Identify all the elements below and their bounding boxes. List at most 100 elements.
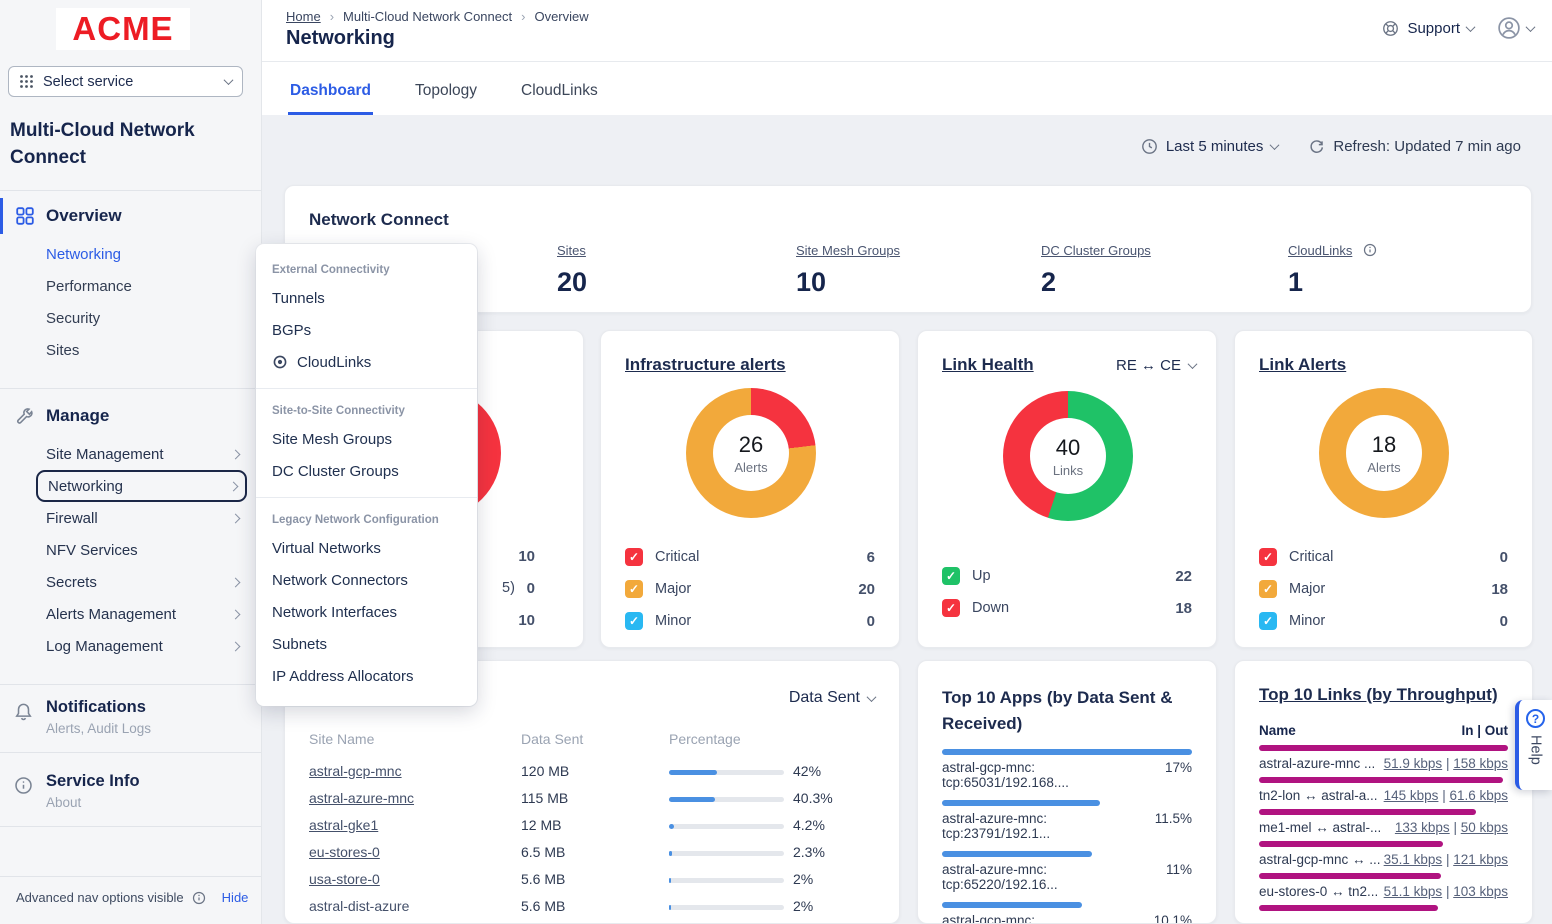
percentage-value: 2.3% bbox=[793, 844, 825, 860]
percentage-bar bbox=[669, 824, 784, 829]
menu-item-tunnels[interactable]: Tunnels bbox=[256, 282, 477, 314]
major-checkbox[interactable]: ✓ bbox=[1259, 580, 1277, 598]
chevron-right-icon bbox=[229, 481, 239, 491]
sidebar-item-log-management[interactable]: Log Management bbox=[46, 630, 247, 662]
critical-checkbox[interactable]: ✓ bbox=[1259, 548, 1277, 566]
sidebar-item-security[interactable]: Security bbox=[46, 304, 246, 334]
site-link[interactable]: astral-gke1 bbox=[309, 817, 378, 833]
sidebar-section-overview[interactable]: Overview bbox=[0, 198, 261, 234]
chevron-right-icon bbox=[231, 449, 241, 459]
menu-item-subnets[interactable]: Subnets bbox=[256, 628, 477, 660]
notifications-label: Notifications bbox=[46, 698, 146, 717]
metric-link[interactable]: DC Cluster Groups bbox=[1041, 243, 1151, 258]
sidebar-item-alerts-management[interactable]: Alerts Management bbox=[46, 598, 247, 630]
legend-value: 22 bbox=[1175, 568, 1192, 585]
menu-item-dc-cluster-groups[interactable]: DC Cluster Groups bbox=[256, 455, 477, 487]
support-menu[interactable]: Support bbox=[1381, 19, 1474, 38]
donut-value: 26 bbox=[739, 432, 763, 458]
sidebar-item-networking[interactable]: Networking bbox=[46, 240, 246, 270]
sidebar-item-performance[interactable]: Performance bbox=[46, 272, 246, 302]
refresh-button[interactable]: Refresh: Updated 7 min ago bbox=[1308, 138, 1521, 155]
chevron-down-icon bbox=[224, 75, 234, 85]
link-name: astral-azure-mnc ... bbox=[1259, 756, 1375, 771]
legend-label: Down bbox=[972, 600, 1009, 616]
metric-link[interactable]: CloudLinks bbox=[1288, 243, 1352, 258]
site-link[interactable]: astral-azure-mnc bbox=[309, 790, 414, 806]
out-throughput-link[interactable]: 158 kbps bbox=[1453, 756, 1508, 771]
up-checkbox[interactable]: ✓ bbox=[942, 567, 960, 585]
page-title: Networking bbox=[286, 27, 395, 50]
sidebar-section-manage[interactable]: Manage bbox=[0, 398, 261, 434]
in-throughput-link[interactable]: 145 kbps bbox=[1384, 788, 1439, 803]
top-links-title[interactable]: Top 10 Links (by Throughput) bbox=[1259, 685, 1498, 705]
time-range-selector[interactable]: Last 5 minutes bbox=[1141, 138, 1279, 155]
service-selector[interactable]: Select service bbox=[8, 66, 243, 97]
donut-label: Alerts bbox=[1367, 460, 1400, 475]
down-checkbox[interactable]: ✓ bbox=[942, 599, 960, 617]
service-selector-label: Select service bbox=[43, 74, 133, 90]
link-endpoint-selector[interactable]: RE ↔ CE bbox=[1116, 357, 1196, 374]
link-name: tn2-lon ↔ astral-a... bbox=[1259, 788, 1378, 803]
percentage-bar bbox=[669, 770, 784, 775]
sidebar-item-site-management[interactable]: Site Management bbox=[46, 438, 247, 470]
menu-item-site-mesh-groups[interactable]: Site Mesh Groups bbox=[256, 423, 477, 455]
breadcrumb-home[interactable]: Home bbox=[286, 9, 321, 24]
sidebar-item-notifications[interactable]: Notifications Alerts, Audit Logs bbox=[0, 698, 261, 752]
link-bar bbox=[1259, 745, 1508, 751]
link-alerts-title[interactable]: Link Alerts bbox=[1259, 355, 1346, 375]
site-link[interactable]: astral-gcp-mnc bbox=[309, 763, 402, 779]
out-throughput-link[interactable]: 61.6 kbps bbox=[1449, 788, 1508, 803]
donut-value: 18 bbox=[1372, 432, 1396, 458]
sidebar-item-secrets[interactable]: Secrets bbox=[46, 566, 247, 598]
acme-logo: ACME bbox=[56, 8, 190, 50]
breadcrumb-level1[interactable]: Multi-Cloud Network Connect bbox=[343, 9, 512, 24]
link-health-title[interactable]: Link Health bbox=[942, 355, 1034, 375]
tab-topology[interactable]: Topology bbox=[413, 82, 479, 115]
minor-checkbox[interactable]: ✓ bbox=[625, 612, 643, 630]
info-icon[interactable] bbox=[1363, 243, 1377, 257]
infrastructure-alerts-donut: 26 Alerts bbox=[686, 388, 816, 518]
tab-dashboard[interactable]: Dashboard bbox=[288, 82, 373, 115]
percentage-value: 2% bbox=[793, 871, 813, 887]
in-throughput-link[interactable]: 35.1 kbps bbox=[1384, 852, 1443, 867]
menu-item-network-interfaces[interactable]: Network Interfaces bbox=[256, 596, 477, 628]
site-link[interactable]: eu-stores-0 bbox=[309, 844, 380, 860]
out-throughput-link[interactable]: 121 kbps bbox=[1453, 852, 1508, 867]
metric-link[interactable]: Sites bbox=[557, 243, 586, 258]
sidebar-item-firewall[interactable]: Firewall bbox=[46, 502, 247, 534]
sidebar-item-service-info[interactable]: Service Info About bbox=[0, 772, 261, 826]
site-metric-selector[interactable]: Data Sent bbox=[789, 689, 875, 707]
account-menu[interactable] bbox=[1496, 15, 1534, 41]
out-throughput-link[interactable]: 103 kbps bbox=[1453, 884, 1508, 899]
menu-item-bgps[interactable]: BGPs bbox=[256, 314, 477, 346]
wrench-icon bbox=[16, 407, 34, 425]
hide-nav-button[interactable]: Hide bbox=[222, 890, 249, 905]
menu-item-ip-address-allocators[interactable]: IP Address Allocators bbox=[256, 660, 477, 692]
menu-item-virtual-networks[interactable]: Virtual Networks bbox=[256, 532, 477, 564]
tab-cloudlinks[interactable]: CloudLinks bbox=[519, 82, 600, 115]
menu-item-network-connectors[interactable]: Network Connectors bbox=[256, 564, 477, 596]
help-tab[interactable]: ? Help bbox=[1515, 700, 1552, 790]
out-throughput-link[interactable]: 50 kbps bbox=[1461, 820, 1508, 835]
notifications-sublabel: Alerts, Audit Logs bbox=[46, 721, 151, 736]
app-row: astral-azure-mnc: tcp:65220/192.16...11% bbox=[942, 851, 1192, 892]
sidebar-item-sites[interactable]: Sites bbox=[46, 336, 246, 366]
sidebar-item-nfv-services[interactable]: NFV Services bbox=[46, 534, 247, 566]
menu-item-cloudlinks[interactable]: CloudLinks bbox=[256, 346, 477, 378]
minor-checkbox[interactable]: ✓ bbox=[1259, 612, 1277, 630]
metric-link[interactable]: Site Mesh Groups bbox=[796, 243, 900, 258]
app-label: astral-azure-mnc: tcp:23791/192.1... bbox=[942, 811, 1155, 841]
item-label: NFV Services bbox=[46, 542, 138, 559]
site-link[interactable]: usa-store-0 bbox=[309, 871, 380, 887]
sidebar-item-networking-manage[interactable]: Networking bbox=[36, 470, 247, 502]
user-avatar-icon bbox=[1496, 15, 1522, 41]
breadcrumb-level2[interactable]: Overview bbox=[534, 9, 588, 24]
app-label: astral-gcp-mnc: tcp:65031/192.168.... bbox=[942, 760, 1165, 790]
in-throughput-link[interactable]: 51.9 kbps bbox=[1384, 756, 1443, 771]
infrastructure-alerts-title[interactable]: Infrastructure alerts bbox=[625, 355, 786, 375]
major-checkbox[interactable]: ✓ bbox=[625, 580, 643, 598]
in-throughput-link[interactable]: 133 kbps bbox=[1395, 820, 1450, 835]
link-health-card: Link Health RE ↔ CE 40 Links ✓ Up 22 ✓ D… bbox=[917, 330, 1217, 648]
in-throughput-link[interactable]: 51.1 kbps bbox=[1384, 884, 1443, 899]
critical-checkbox[interactable]: ✓ bbox=[625, 548, 643, 566]
